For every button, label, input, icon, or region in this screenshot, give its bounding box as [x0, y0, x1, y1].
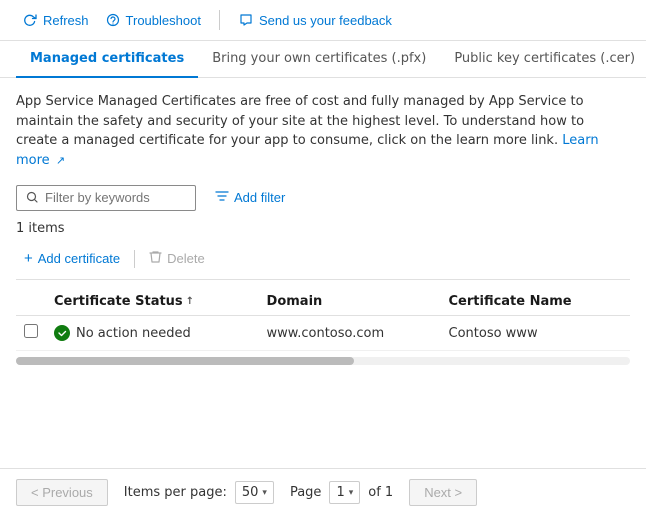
items-per-page: Items per page: 50 ▾ [124, 481, 274, 504]
row-checkbox-cell[interactable] [16, 316, 46, 351]
next-button[interactable]: Next > [409, 479, 477, 506]
items-per-page-select[interactable]: 50 ▾ [235, 481, 274, 504]
page-info: Page 1 ▾ of 1 [290, 481, 393, 504]
toolbar-separator [219, 10, 220, 30]
chevron-down-icon: ▾ [262, 488, 267, 498]
troubleshoot-icon [105, 12, 121, 28]
table-row: No action needed www.contoso.com Contoso… [16, 316, 630, 351]
tab-pfx[interactable]: Bring your own certificates (.pfx) [198, 41, 440, 78]
tab-cer[interactable]: Public key certificates (.cer) [440, 41, 646, 78]
footer: < Previous Items per page: 50 ▾ Page 1 ▾… [0, 468, 646, 516]
row-domain-cell: www.contoso.com [259, 316, 441, 351]
delete-icon [149, 250, 162, 267]
description-text: App Service Managed Certificates are fre… [16, 92, 626, 170]
row-status-cell: No action needed [46, 316, 259, 351]
action-bar: + Add certificate Delete [16, 246, 630, 280]
toolbar: Refresh Troubleshoot Send us your feedba… [0, 0, 646, 41]
scroll-track[interactable] [16, 357, 630, 365]
feedback-icon [238, 12, 254, 28]
certificates-table: Certificate Status ↑ Domain Certificate … [16, 288, 630, 351]
page-chevron-icon: ▾ [349, 488, 354, 498]
search-input[interactable] [45, 190, 187, 205]
feedback-label: Send us your feedback [259, 13, 392, 28]
items-count: 1 items [16, 221, 630, 236]
filter-input-wrap[interactable] [16, 185, 196, 211]
add-certificate-button[interactable]: + Add certificate [16, 247, 128, 270]
col-domain: Domain [259, 288, 441, 316]
status-ok-icon [54, 325, 70, 341]
row-cert-name-cell: Contoso www [441, 316, 631, 351]
filter-bar: Add filter [16, 184, 630, 211]
select-all-header [16, 288, 46, 316]
feedback-button[interactable]: Send us your feedback [232, 8, 398, 32]
troubleshoot-button[interactable]: Troubleshoot [99, 8, 207, 32]
sort-icon: ↑ [186, 296, 194, 307]
refresh-button[interactable]: Refresh [16, 8, 95, 32]
troubleshoot-label: Troubleshoot [126, 13, 201, 28]
add-filter-button[interactable]: Add filter [206, 184, 294, 211]
scroll-thumb[interactable] [16, 357, 354, 365]
tab-managed[interactable]: Managed certificates [16, 41, 198, 78]
refresh-icon [22, 12, 38, 28]
col-cert-name: Certificate Name [441, 288, 631, 316]
filter-icon [215, 189, 229, 206]
delete-button[interactable]: Delete [141, 246, 213, 271]
col-status: Certificate Status ↑ [46, 288, 259, 316]
refresh-label: Refresh [43, 13, 89, 28]
search-icon [25, 190, 39, 206]
main-content: App Service Managed Certificates are fre… [0, 78, 646, 385]
row-checkbox[interactable] [24, 324, 38, 338]
previous-button[interactable]: < Previous [16, 479, 108, 506]
tabs: Managed certificates Bring your own cert… [0, 41, 646, 78]
page-select[interactable]: 1 ▾ [329, 481, 360, 504]
external-link-icon: ↗ [56, 154, 65, 167]
add-icon: + [24, 251, 33, 266]
action-separator [134, 250, 135, 268]
